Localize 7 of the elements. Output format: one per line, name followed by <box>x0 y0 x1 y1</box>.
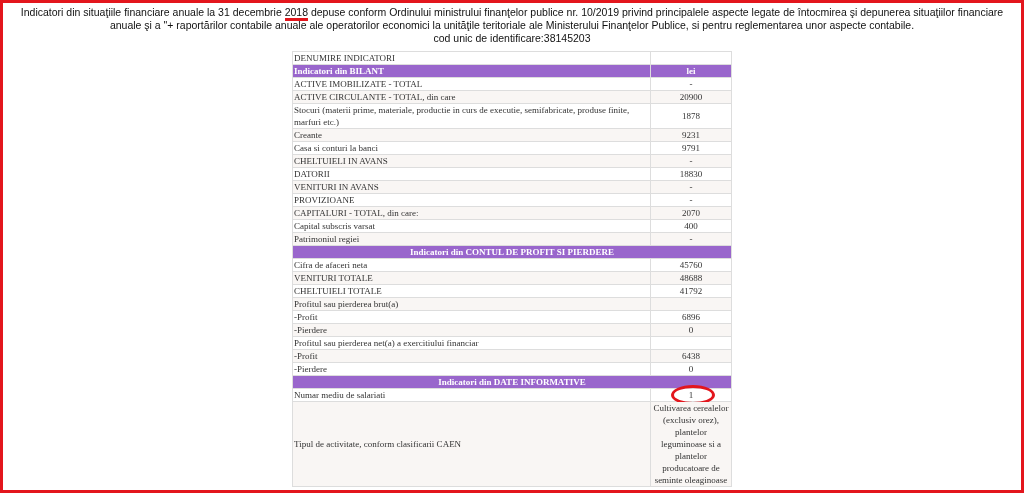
identification-code: cod unic de identificare:38145203 <box>433 32 591 45</box>
page-title: Indicatori din situaţiile financiare anuale la 31 decembrie 2018 depuse conform Ordinului ministrului finanţelor publice nr. 10/2019 privind principalele aspecte legate de întocmirea şi depunerea situaţiilor financiare anuale şi a "+ raportărilor contabile anuale ale operatorilor economici la unităţile teritoriale ale Ministerului Finanţelor Publice, si pentru reglementarea unor aspecte contabile. <box>19 6 1005 32</box>
value-cell: Cultivarea cerealelor (exclusiv orez), plantelor leguminoase si a plantelor producatoare de seminte oleaginoase <box>650 401 732 487</box>
column-header: DENUMIRE INDICATORI <box>292 51 651 65</box>
value-cell: 1878 <box>650 103 732 129</box>
indicator-cell: Tipul de activitate, conform clasificarii CAEN <box>292 401 651 487</box>
indicator-cell: Stocuri (materii prime, materiale, productie in curs de executie, semifabricate, produse finite, marfuri etc.) <box>292 103 651 129</box>
